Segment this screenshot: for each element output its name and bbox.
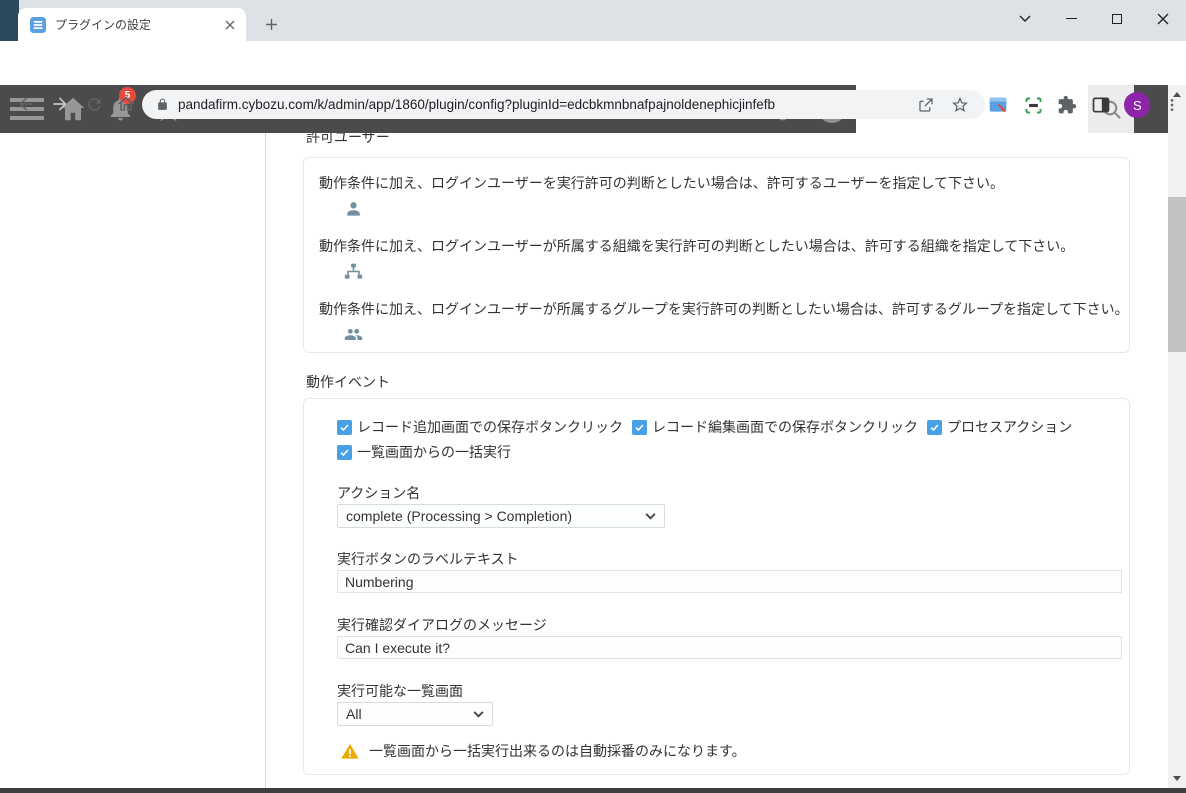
permitted-users-box: 動作条件に加え、ログインユーザーを実行許可の判断としたい場合は、許可するユーザー… — [303, 157, 1130, 353]
share-icon[interactable] — [917, 96, 935, 114]
checkbox-label: プロセスアクション — [947, 419, 1073, 435]
confirm-message-input[interactable] — [337, 636, 1122, 659]
list-view-value: All — [346, 706, 362, 722]
group-icon[interactable] — [344, 325, 363, 344]
action-name-select[interactable]: complete (Processing > Completion) — [337, 504, 665, 528]
blue-window-extension-icon[interactable] — [988, 95, 1009, 116]
button-label-input[interactable] — [337, 570, 1122, 593]
checkbox-checked-icon — [632, 419, 647, 435]
scrollbar-thumb[interactable] — [1168, 197, 1186, 352]
tab-favicon-plugin-icon — [30, 16, 46, 33]
permitted-group-help-text: 動作条件に加え、ログインユーザーが所属するグループを実行許可の判断としたい場合は… — [319, 301, 1129, 317]
window-maximize-button[interactable] — [1094, 0, 1140, 37]
confirm-message-label: 実行確認ダイアログのメッセージ — [337, 617, 547, 633]
side-panel-icon[interactable] — [1091, 95, 1111, 115]
checkbox-label: レコード編集画面での保存ボタンクリック — [652, 419, 918, 435]
browser-menu-dots-icon[interactable] — [1164, 97, 1180, 113]
urlbar-actions — [917, 96, 971, 114]
checkbox-label: レコード追加画面での保存ボタンクリック — [357, 419, 623, 435]
checkbox-record-edit-save[interactable]: レコード編集画面での保存ボタンクリック — [632, 417, 918, 437]
page-scrollbar[interactable] — [1168, 85, 1186, 788]
user-icon[interactable] — [344, 199, 363, 218]
warning-row: 一覧画面から一括実行出来るのは自動採番のみになります。 — [340, 741, 746, 761]
checkbox-row-2: 一覧画面からの一括実行 — [337, 442, 511, 462]
tab-search-icon[interactable] — [1002, 0, 1048, 37]
permitted-org-help-text: 動作条件に加え、ログインユーザーが所属する組織を実行許可の判断としたい場合は、許… — [319, 238, 1075, 254]
url-text: pandafirm.cybozu.com/k/admin/app/1860/pl… — [178, 97, 776, 112]
action-name-label: アクション名 — [337, 485, 421, 501]
button-label-label: 実行ボタンのラベルテキスト — [337, 551, 519, 567]
checkbox-process-action[interactable]: プロセスアクション — [927, 417, 1072, 437]
warning-text: 一覧画面から一括実行出来るのは自動採番のみになります。 — [369, 743, 746, 759]
chevron-down-icon — [473, 710, 484, 718]
list-view-select[interactable]: All — [337, 702, 493, 726]
action-name-value: complete (Processing > Completion) — [346, 508, 573, 524]
lock-icon — [158, 98, 167, 110]
reload-button[interactable] — [82, 92, 106, 116]
section-title-action-events: 動作イベント — [306, 374, 390, 390]
window-corner-accent — [0, 0, 19, 41]
back-button[interactable] — [14, 92, 38, 116]
new-tab-button[interactable] — [258, 11, 284, 37]
green-capture-extension-icon[interactable] — [1023, 95, 1044, 116]
bookmark-star-icon[interactable] — [951, 96, 969, 114]
browser-window: プラグインの設定 pandafirm.cybozu.com/k/admin/ap… — [0, 0, 1186, 793]
browser-tab[interactable]: プラグインの設定 — [18, 8, 246, 41]
window-controls — [1002, 0, 1186, 41]
checkbox-checked-icon — [927, 419, 942, 435]
checkbox-row-1: レコード追加画面での保存ボタンクリック レコード編集画面での保存ボタンクリック … — [337, 417, 1072, 437]
permitted-users-help-text: 動作条件に加え、ログインユーザーを実行許可の判断としたい場合は、許可するユーザー… — [319, 175, 1005, 191]
checkbox-checked-icon — [337, 419, 352, 435]
checkbox-label: 一覧画面からの一括実行 — [357, 444, 511, 460]
page-bottom-bar — [0, 788, 1186, 793]
browser-toolbar: pandafirm.cybozu.com/k/admin/app/1860/pl… — [0, 41, 1186, 119]
window-minimize-button[interactable] — [1048, 0, 1094, 37]
organization-icon[interactable] — [344, 262, 363, 281]
list-view-label: 実行可能な一覧画面 — [337, 683, 463, 699]
extensions-puzzle-icon[interactable] — [1057, 95, 1077, 115]
checkbox-record-add-save[interactable]: レコード追加画面での保存ボタンクリック — [337, 417, 623, 437]
forward-button[interactable] — [48, 92, 72, 116]
profile-avatar[interactable]: S — [1124, 92, 1151, 118]
sidebar-divider — [265, 133, 266, 788]
scrollbar-down-icon[interactable] — [1173, 776, 1181, 781]
browser-titlebar: プラグインの設定 — [0, 0, 1186, 41]
home-button[interactable] — [114, 92, 138, 116]
checkbox-checked-icon — [337, 444, 352, 460]
checkbox-bulk-execute-list[interactable]: 一覧画面からの一括実行 — [337, 442, 511, 462]
window-close-button[interactable] — [1140, 0, 1186, 37]
tab-title: プラグインの設定 — [55, 18, 152, 32]
chevron-down-icon — [645, 512, 656, 520]
url-bar[interactable]: pandafirm.cybozu.com/k/admin/app/1860/pl… — [142, 90, 985, 119]
action-events-box: レコード追加画面での保存ボタンクリック レコード編集画面での保存ボタンクリック … — [303, 398, 1130, 775]
tab-close-icon[interactable] — [222, 17, 238, 33]
toolbar-extensions: S — [988, 90, 1180, 120]
warning-icon — [341, 743, 359, 759]
